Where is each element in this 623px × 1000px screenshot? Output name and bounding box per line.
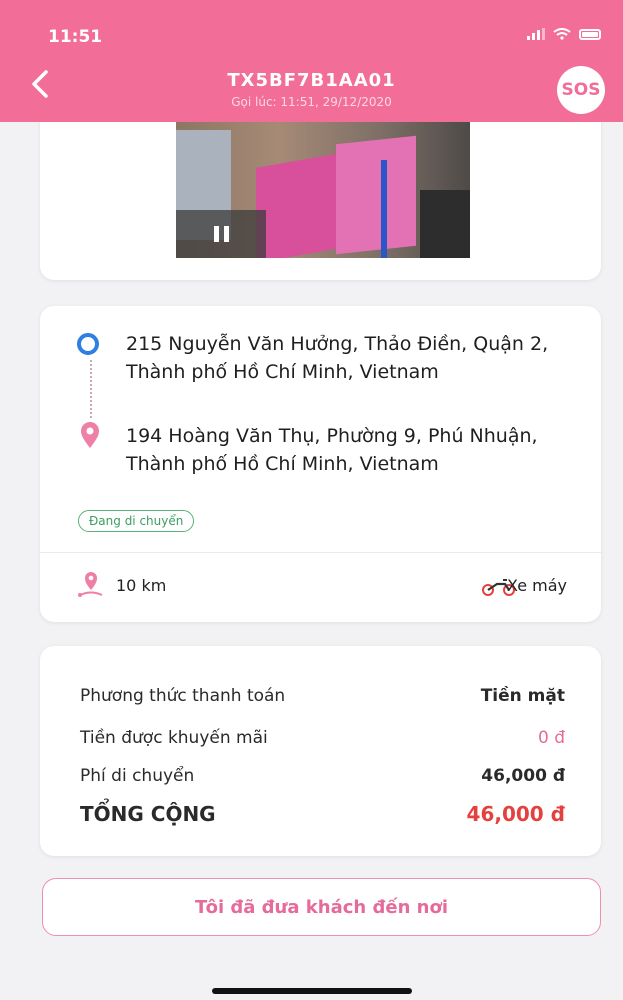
- total-row: TỔNG CỘNG 46,000 đ: [80, 802, 565, 826]
- video-preview[interactable]: [176, 120, 470, 258]
- distance-pin-icon: [78, 572, 103, 597]
- payment-method-value: Tiền mặt: [480, 686, 565, 706]
- signal-icon: [527, 28, 545, 40]
- trip-distance: 10 km: [116, 576, 167, 595]
- video-card: [40, 100, 601, 280]
- pickup-address: 215 Nguyễn Văn Hưởng, Thảo Điền, Quận 2,…: [126, 333, 549, 383]
- video-scene-object: [381, 160, 387, 258]
- video-scene-object: [336, 135, 416, 255]
- destination-address: 194 Hoàng Văn Thụ, Phường 9, Phú Nhuận, …: [126, 425, 538, 475]
- call-time: Gọi lúc: 11:51, 29/12/2020: [231, 95, 392, 109]
- divider: [40, 552, 601, 553]
- pause-button[interactable]: [176, 210, 266, 258]
- pause-icon: [213, 226, 219, 242]
- payment-method-row: Phương thức thanh toán Tiền mặt: [80, 686, 565, 706]
- home-indicator: [212, 988, 412, 994]
- status-icons: [527, 28, 601, 40]
- destination-pin-icon: [81, 422, 99, 448]
- header-bar: 11:51 TX5BF7B1AA01 Gọi lúc: 11:51, 29/12…: [0, 0, 623, 122]
- fare-row: Phí di chuyển 46,000 đ: [80, 766, 565, 786]
- fare-value: 46,000 đ: [481, 766, 565, 786]
- video-scene-object: [256, 152, 346, 258]
- payment-method-label: Phương thức thanh toán: [80, 686, 286, 706]
- total-value: 46,000 đ: [466, 802, 565, 826]
- complete-trip-button[interactable]: Tôi đã đưa khách đến nơi: [42, 878, 601, 936]
- promo-label: Tiền được khuyến mãi: [80, 728, 268, 748]
- total-label: TỔNG CỘNG: [80, 802, 216, 826]
- fare-label: Phí di chuyển: [80, 766, 195, 786]
- vehicle-type: Xe máy: [506, 576, 567, 595]
- route-line: [90, 360, 92, 418]
- promo-value: 0 đ: [537, 728, 565, 748]
- wifi-icon: [553, 28, 571, 40]
- video-scene-object: [420, 190, 470, 258]
- trip-status-badge: Đang di chuyển: [78, 510, 195, 532]
- pickup-location-icon: [77, 333, 99, 355]
- route-card: 215 Nguyễn Văn Hưởng, Thảo Điền, Quận 2,…: [40, 306, 601, 622]
- battery-icon: [579, 28, 601, 40]
- page-title: TX5BF7B1AA01: [227, 70, 396, 91]
- promo-row: Tiền được khuyến mãi 0 đ: [80, 728, 565, 748]
- payment-card: Phương thức thanh toán Tiền mặt Tiền đượ…: [40, 646, 601, 856]
- status-time: 11:51: [48, 27, 103, 47]
- sos-button[interactable]: SOS: [557, 66, 605, 114]
